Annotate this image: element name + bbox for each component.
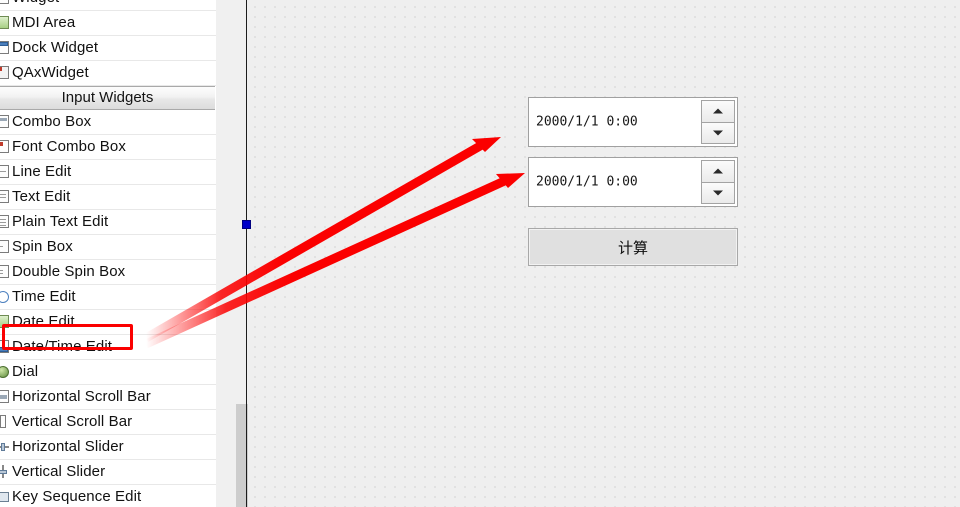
combo-box-icon: [0, 114, 11, 130]
widget-box-item-mdi-area[interactable]: MDI Area: [0, 11, 216, 36]
spin-down-button[interactable]: [702, 121, 734, 143]
widget-box-item-combo-box[interactable]: Combo Box: [0, 110, 216, 135]
spin-up-button[interactable]: [702, 101, 734, 122]
datetime-edit-2[interactable]: 2000/1/1 0:00: [528, 157, 738, 207]
widget-box-item-plain-text-edit[interactable]: Plain Text Edit: [0, 210, 216, 235]
widget-box-item-double-spin-box[interactable]: Double Spin Box: [0, 260, 216, 285]
datetime-edit-1-spinner[interactable]: [701, 100, 735, 144]
datetime-edit-value: 2000/1/1 0:00: [536, 114, 638, 130]
widget-box-item-label: Horizontal Slider: [12, 438, 124, 455]
widget-box-item-vertical-slider[interactable]: Vertical Slider: [0, 460, 216, 485]
widget-box-item-label: Spin Box: [12, 238, 73, 255]
time-edit-icon: [0, 289, 11, 305]
widget-box-item-label: QAxWidget: [12, 64, 89, 81]
font-combo-box-icon: [0, 139, 11, 155]
calculate-button[interactable]: 计算: [528, 228, 738, 266]
datetime-edit-2-spinner[interactable]: [701, 160, 735, 204]
widget-box-item-label: Date/Time Edit: [12, 338, 113, 355]
widget-box-item-label: Date Edit: [12, 313, 75, 330]
splitter-divider: [246, 0, 247, 507]
widget-box-item-dock-widget[interactable]: Dock Widget: [0, 36, 216, 61]
widget-box-item-label: Combo Box: [12, 113, 92, 130]
chevron-up-icon: [713, 168, 723, 174]
key-sequence-edit-icon: [0, 489, 11, 505]
chevron-up-icon: [713, 108, 723, 114]
widget-box-item-label: Font Combo Box: [12, 138, 126, 155]
widget-box-item-label: Plain Text Edit: [12, 213, 109, 230]
widget-box-item-label: Key Sequence Edit: [12, 488, 142, 505]
widget-box-item-label: Widget: [12, 0, 59, 10]
widget-box-item-vertical-scroll-bar[interactable]: Vertical Scroll Bar: [0, 410, 216, 435]
widget-box-item-horizontal-scroll-bar[interactable]: Horizontal Scroll Bar: [0, 385, 216, 410]
datetime-edit-1[interactable]: 2000/1/1 0:00: [528, 97, 738, 147]
dial-icon: [0, 364, 11, 380]
designer-window: Widget MDI Area Dock Widget QAxWidget: [0, 0, 960, 507]
widget-box-item-label: Vertical Scroll Bar: [12, 413, 133, 430]
date-time-edit-icon: [0, 339, 11, 355]
line-edit-icon: [0, 164, 11, 180]
spin-box-icon: [0, 239, 11, 255]
widget-box-item-label: Text Edit: [12, 188, 71, 205]
datetime-edit-value: 2000/1/1 0:00: [536, 174, 638, 190]
widget-box-item-date-time-edit[interactable]: Date/Time Edit: [0, 335, 216, 360]
double-spin-box-icon: [0, 264, 11, 280]
vertical-slider-icon: [0, 464, 11, 480]
widget-box-item-time-edit[interactable]: Time Edit: [0, 285, 216, 310]
qaxwidget-icon: [0, 65, 11, 81]
widget-box-item-widget[interactable]: Widget: [0, 0, 216, 11]
widget-box-panel[interactable]: Widget MDI Area Dock Widget QAxWidget: [0, 0, 216, 507]
widget-box-item-font-combo-box[interactable]: Font Combo Box: [0, 135, 216, 160]
date-edit-icon: [0, 314, 11, 330]
widget-box-item-text-edit[interactable]: Text Edit: [0, 185, 216, 210]
widget-box-item-label: Line Edit: [12, 163, 72, 180]
mdi-area-icon: [0, 15, 11, 31]
panel-splitter[interactable]: [216, 0, 252, 507]
widget-icon: [0, 0, 11, 6]
widget-box-item-label: Vertical Slider: [12, 463, 106, 480]
widget-box-item-label: MDI Area: [12, 14, 76, 31]
dock-widget-icon: [0, 40, 11, 56]
widget-box-item-label: Double Spin Box: [12, 263, 126, 280]
horizontal-scroll-bar-icon: [0, 389, 11, 405]
widget-box-item-qaxwidget[interactable]: QAxWidget: [0, 61, 216, 86]
widget-box-item-label: Time Edit: [12, 288, 76, 305]
widget-box-item-date-edit[interactable]: Date Edit: [0, 310, 216, 335]
widget-box-list: Widget MDI Area Dock Widget QAxWidget: [0, 0, 216, 507]
widget-box-item-key-sequence-edit[interactable]: Key Sequence Edit: [0, 485, 216, 507]
widget-box-item-line-edit[interactable]: Line Edit: [0, 160, 216, 185]
vertical-scroll-bar-icon: [0, 414, 11, 430]
spin-up-button[interactable]: [702, 161, 734, 182]
selection-handle[interactable]: [242, 220, 251, 229]
widget-box-item-horizontal-slider[interactable]: Horizontal Slider: [0, 435, 216, 460]
plain-text-edit-icon: [0, 214, 11, 230]
spin-down-button[interactable]: [702, 181, 734, 203]
form-design-canvas[interactable]: 2000/1/1 0:00 2000/1/1 0:00 计算: [242, 0, 960, 507]
chevron-down-icon: [713, 190, 723, 196]
widget-box-item-dial[interactable]: Dial: [0, 360, 216, 385]
text-edit-icon: [0, 189, 11, 205]
widget-box-item-label: Horizontal Scroll Bar: [12, 388, 151, 405]
section-header-label: Input Widgets: [61, 89, 154, 106]
widget-box-item-label: Dock Widget: [12, 39, 99, 56]
chevron-down-icon: [713, 130, 723, 136]
widget-box-section-input-widgets[interactable]: Input Widgets: [0, 86, 215, 110]
widget-box-item-spin-box[interactable]: Spin Box: [0, 235, 216, 260]
horizontal-slider-icon: [0, 439, 11, 455]
calculate-button-label: 计算: [617, 238, 648, 257]
widget-box-item-label: Dial: [12, 363, 39, 380]
